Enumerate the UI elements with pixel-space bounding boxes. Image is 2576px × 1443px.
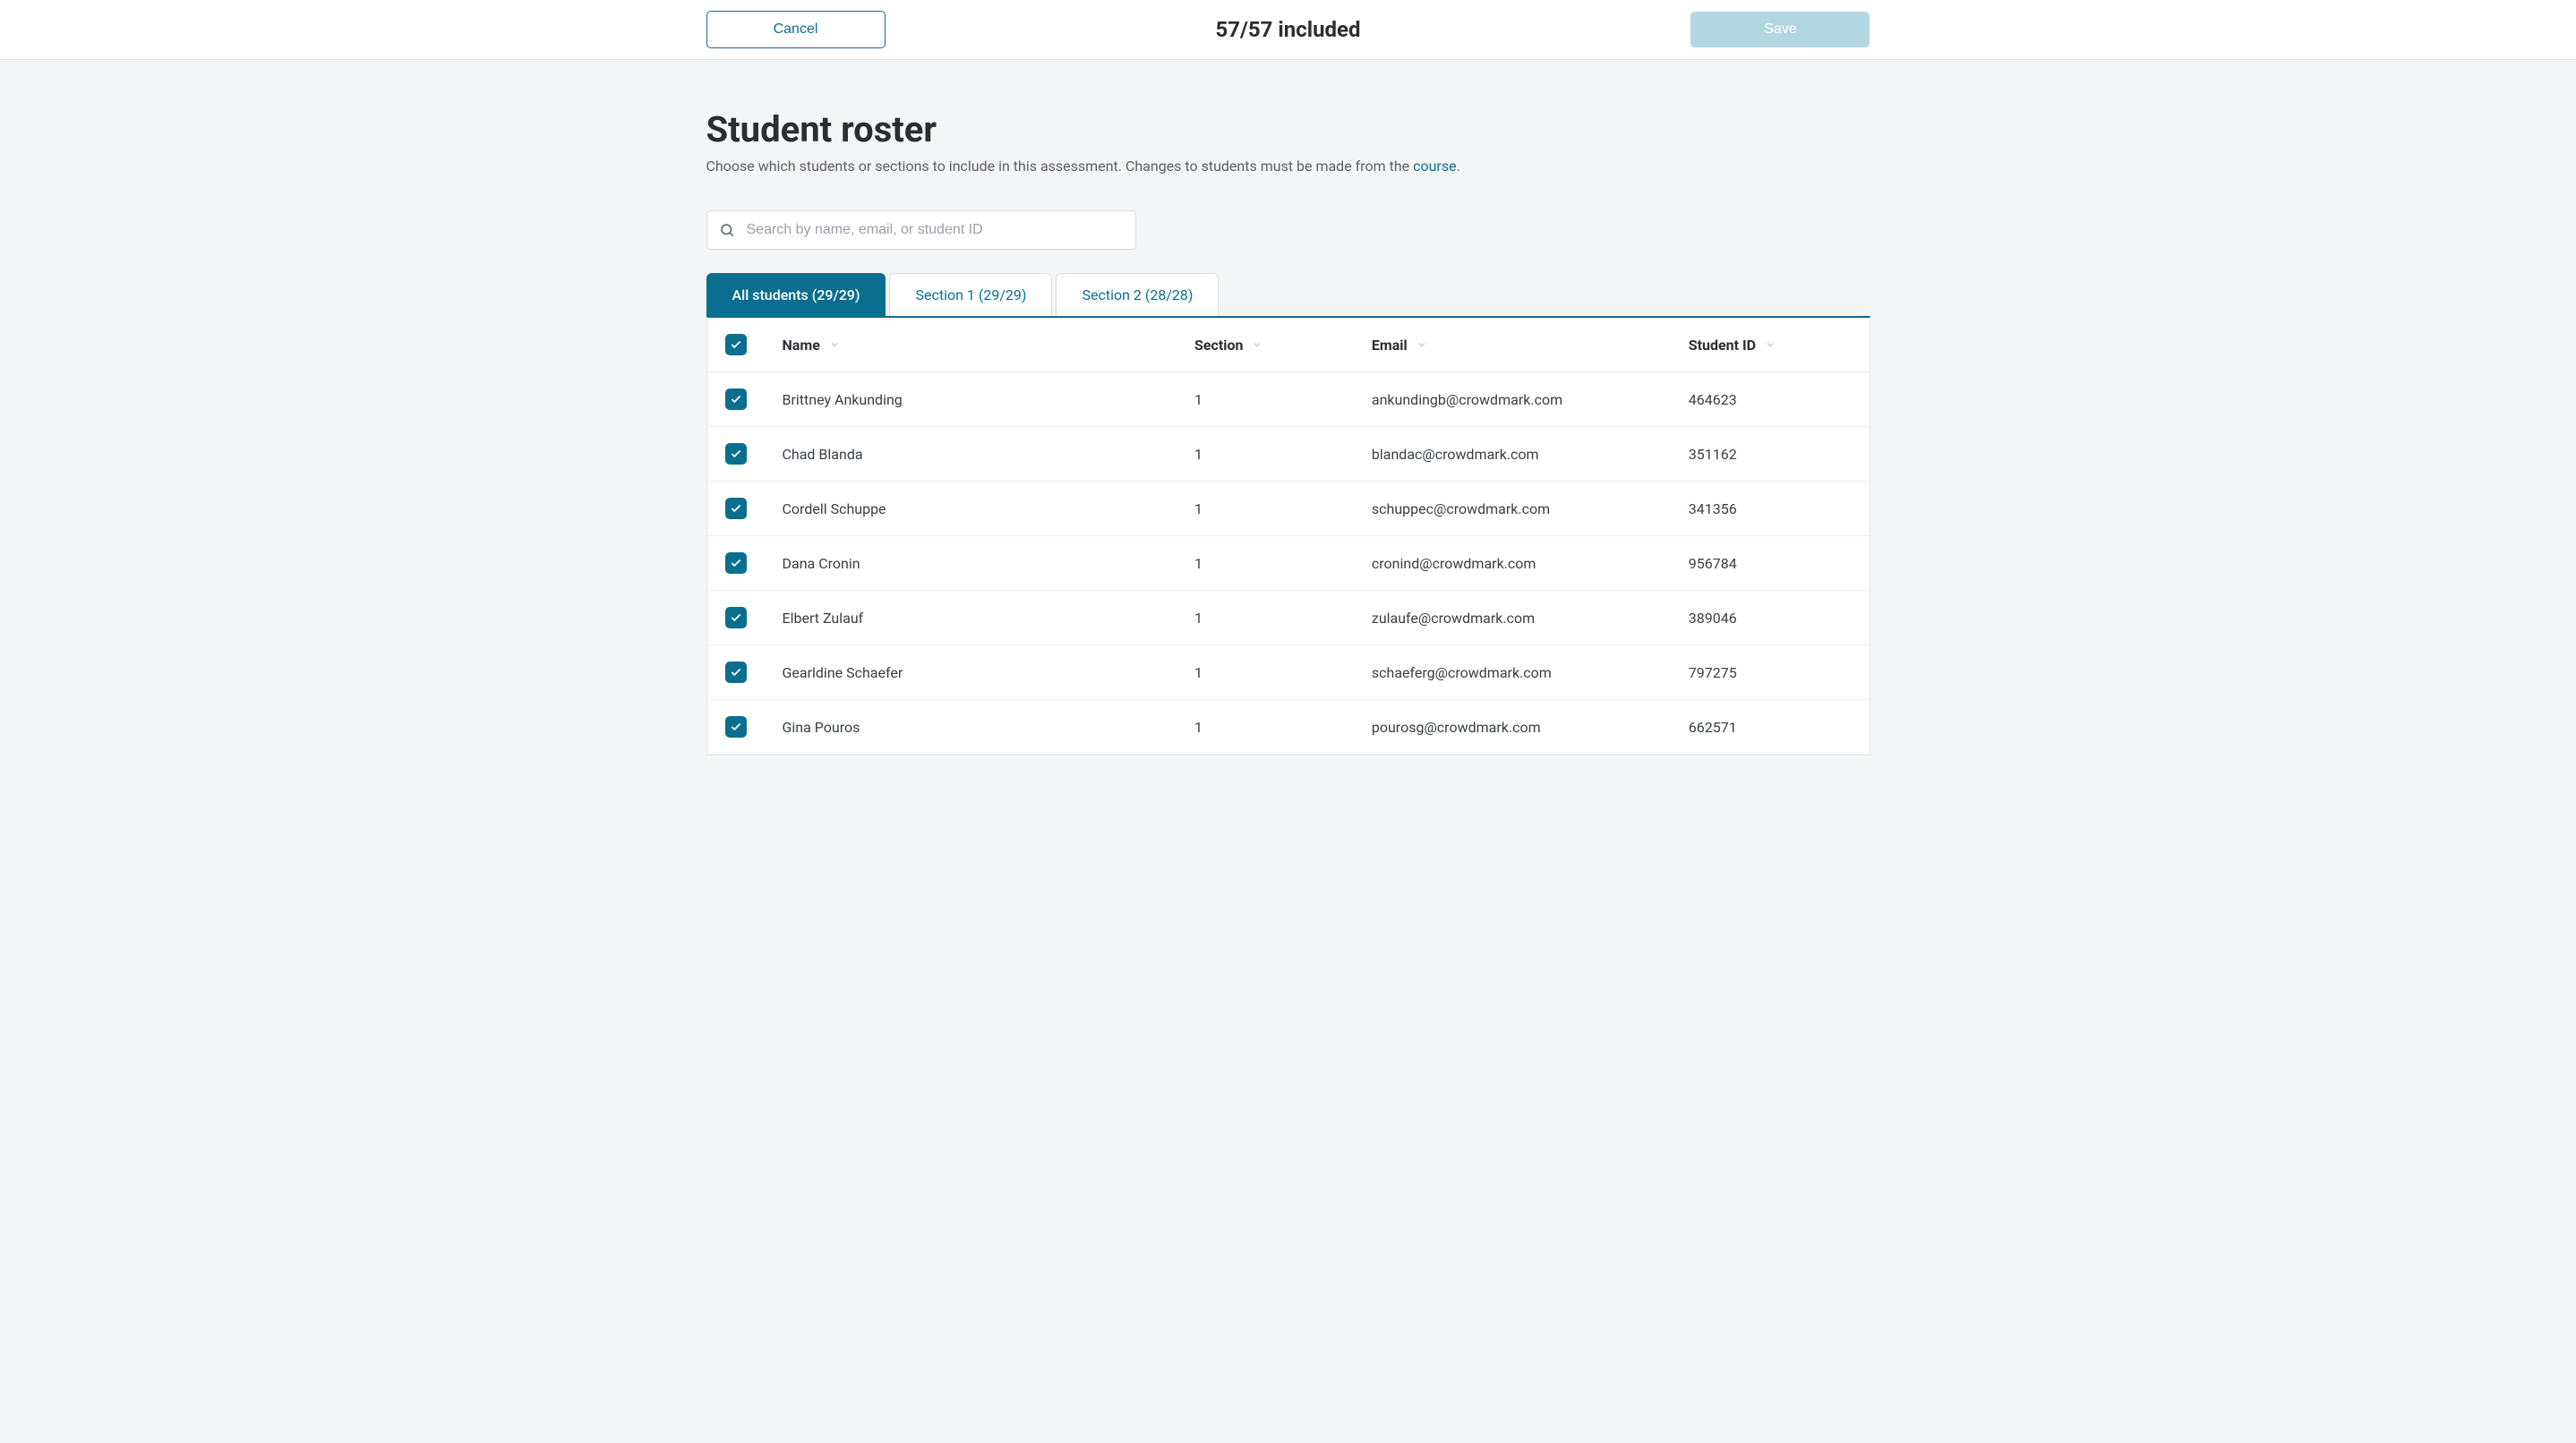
row-checkbox[interactable]: [725, 662, 747, 683]
check-icon: [730, 557, 742, 569]
cell-section: 1: [1177, 536, 1354, 591]
row-checkbox[interactable]: [725, 716, 747, 738]
save-button[interactable]: Save: [1690, 12, 1870, 47]
header-id-label: Student ID: [1689, 337, 1756, 354]
cell-name: Chad Blanda: [765, 427, 1177, 482]
cell-name: Brittney Ankunding: [765, 372, 1177, 427]
table-body: Brittney Ankunding1ankundingb@crowdmark.…: [707, 372, 1870, 755]
check-icon: [730, 448, 742, 460]
tab-1[interactable]: Section 1 (29/29): [889, 273, 1052, 316]
cell-email: blandac@crowdmark.com: [1354, 427, 1671, 482]
sort-icon: [1765, 339, 1776, 353]
check-icon: [730, 393, 742, 406]
tab-2[interactable]: Section 2 (28/28): [1056, 273, 1219, 316]
header-section[interactable]: Section: [1177, 318, 1354, 372]
cell-section: 1: [1177, 700, 1354, 755]
sort-icon: [1416, 339, 1427, 353]
header-email[interactable]: Email: [1354, 318, 1671, 372]
row-checkbox-cell: [707, 645, 765, 700]
table-row: Gina Pouros1pourosg@crowdmark.com662571: [707, 700, 1870, 755]
cell-name: Elbert Zulauf: [765, 591, 1177, 645]
check-icon: [730, 338, 742, 351]
header-name-label: Name: [783, 337, 820, 354]
table-row: Gearldine Schaefer1schaeferg@crowdmark.c…: [707, 645, 1870, 700]
row-checkbox-cell: [707, 536, 765, 591]
cancel-button[interactable]: Cancel: [706, 11, 886, 48]
row-checkbox-cell: [707, 591, 765, 645]
cell-name: Cordell Schuppe: [765, 482, 1177, 536]
table-row: Dana Cronin1cronind@crowdmark.com956784: [707, 536, 1870, 591]
tabs: All students (29/29)Section 1 (29/29)Sec…: [706, 273, 1870, 316]
course-link[interactable]: course: [1413, 158, 1456, 175]
cell-section: 1: [1177, 482, 1354, 536]
cell-name: Dana Cronin: [765, 536, 1177, 591]
row-checkbox[interactable]: [725, 498, 747, 519]
table-row: Chad Blanda1blandac@crowdmark.com351162: [707, 427, 1870, 482]
cell-student_id: 341356: [1671, 482, 1870, 536]
topbar: Cancel 57/57 included Save: [0, 0, 2576, 60]
table-row: Brittney Ankunding1ankundingb@crowdmark.…: [707, 372, 1870, 427]
check-icon: [730, 721, 742, 733]
select-all-checkbox[interactable]: [725, 334, 747, 355]
subtitle-suffix: .: [1457, 158, 1460, 175]
cell-student_id: 956784: [1671, 536, 1870, 591]
subtitle-prefix: Choose which students or sections to inc…: [706, 158, 1414, 175]
cell-email: cronind@crowdmark.com: [1354, 536, 1671, 591]
row-checkbox[interactable]: [725, 552, 747, 574]
topbar-inner: Cancel 57/57 included Save: [689, 11, 1888, 48]
cell-student_id: 389046: [1671, 591, 1870, 645]
sort-icon: [1252, 339, 1262, 353]
row-checkbox[interactable]: [725, 607, 747, 628]
row-checkbox-cell: [707, 372, 765, 427]
page-subtitle: Choose which students or sections to inc…: [706, 158, 1870, 175]
cell-section: 1: [1177, 645, 1354, 700]
tab-0[interactable]: All students (29/29): [706, 273, 886, 316]
header-name[interactable]: Name: [765, 318, 1177, 372]
search-input[interactable]: [706, 210, 1136, 250]
page-content: Student roster Choose which students or …: [689, 60, 1888, 756]
cell-email: zulaufe@crowdmark.com: [1354, 591, 1671, 645]
cell-email: pourosg@crowdmark.com: [1354, 700, 1671, 755]
search-wrap: [706, 210, 1136, 250]
row-checkbox-cell: [707, 427, 765, 482]
header-student-id[interactable]: Student ID: [1671, 318, 1870, 372]
row-checkbox-cell: [707, 700, 765, 755]
cell-email: schaeferg@crowdmark.com: [1354, 645, 1671, 700]
search-icon: [719, 222, 735, 238]
row-checkbox[interactable]: [725, 388, 747, 410]
row-checkbox-cell: [707, 482, 765, 536]
cell-student_id: 662571: [1671, 700, 1870, 755]
table-row: Cordell Schuppe1schuppec@crowdmark.com34…: [707, 482, 1870, 536]
included-count: 57/57 included: [1215, 17, 1360, 42]
cell-email: schuppec@crowdmark.com: [1354, 482, 1671, 536]
header-email-label: Email: [1372, 337, 1408, 354]
cell-name: Gearldine Schaefer: [765, 645, 1177, 700]
cell-name: Gina Pouros: [765, 700, 1177, 755]
header-checkbox-cell: [707, 318, 765, 372]
student-table: Name Section Email: [707, 318, 1870, 755]
row-checkbox[interactable]: [725, 443, 747, 465]
cell-student_id: 464623: [1671, 372, 1870, 427]
check-icon: [730, 666, 742, 679]
cell-student_id: 797275: [1671, 645, 1870, 700]
page-title: Student roster: [706, 108, 1870, 150]
check-icon: [730, 502, 742, 515]
table-row: Elbert Zulauf1zulaufe@crowdmark.com38904…: [707, 591, 1870, 645]
sort-icon: [829, 339, 840, 353]
check-icon: [730, 611, 742, 624]
table-header-row: Name Section Email: [707, 318, 1870, 372]
cell-email: ankundingb@crowdmark.com: [1354, 372, 1671, 427]
header-section-label: Section: [1194, 337, 1243, 354]
cell-section: 1: [1177, 591, 1354, 645]
cell-student_id: 351162: [1671, 427, 1870, 482]
table-wrap: Name Section Email: [706, 316, 1870, 756]
cell-section: 1: [1177, 372, 1354, 427]
cell-section: 1: [1177, 427, 1354, 482]
